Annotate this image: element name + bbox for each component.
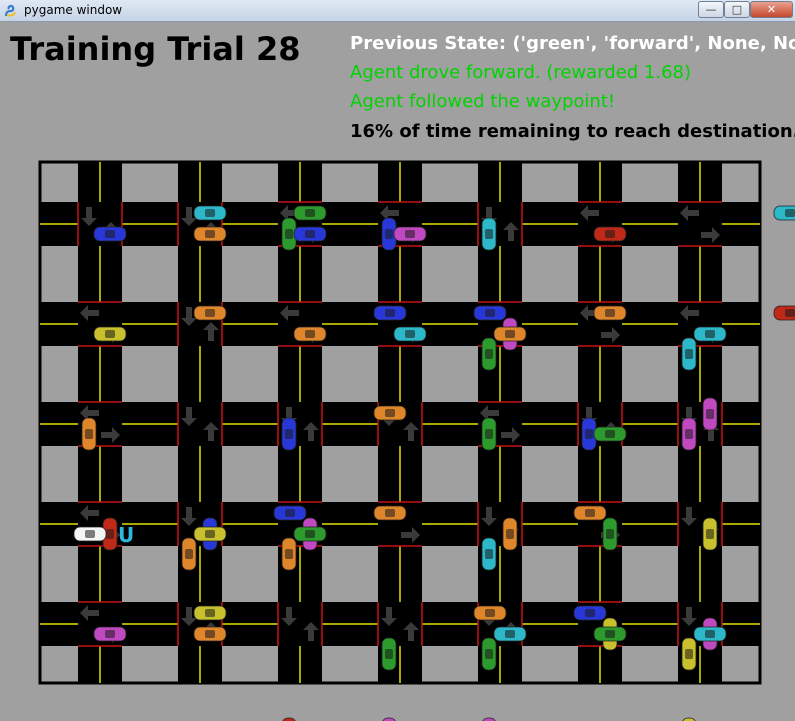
car-cyan [193,205,227,221]
intersection [178,402,222,446]
car-red [593,226,627,242]
car-yellow [93,326,127,342]
car-cyan [773,205,795,221]
intersection [278,602,322,646]
car-blue [473,305,507,321]
car-green [481,637,497,671]
car-orange [281,537,297,571]
car-orange [193,305,227,321]
car-orange [502,517,518,551]
car-green [602,517,618,551]
car-orange [473,605,507,621]
car-green [293,526,327,542]
car-blue [373,305,407,321]
simulation-world: U [38,160,795,721]
car-green [293,205,327,221]
agent-car [73,526,107,542]
car-magenta [681,417,697,451]
car-blue [93,226,127,242]
car-cyan [693,326,727,342]
car-orange [193,226,227,242]
car-blue [293,226,327,242]
car-magenta [702,397,718,431]
car-magenta [93,626,127,642]
car-yellow [193,526,227,542]
car-orange [493,326,527,342]
udacity-logo-icon: U [118,523,134,547]
car-yellow [681,637,697,671]
car-red [773,305,795,321]
car-cyan [493,626,527,642]
car-blue [281,417,297,451]
car-orange [81,417,97,451]
car-orange [593,305,627,321]
car-orange [373,505,407,521]
car-orange [193,626,227,642]
car-yellow [193,605,227,621]
car-yellow [702,517,718,551]
car-orange [181,537,197,571]
car-orange [573,505,607,521]
car-magenta [393,226,427,242]
car-cyan [681,337,697,371]
car-cyan [481,537,497,571]
car-green [593,426,627,442]
car-green [381,637,397,671]
car-green [481,417,497,451]
car-cyan [481,217,497,251]
car-orange [373,405,407,421]
car-cyan [693,626,727,642]
car-orange [293,326,327,342]
car-blue [573,605,607,621]
car-cyan [393,326,427,342]
car-blue [273,505,307,521]
car-green [593,626,627,642]
car-green [481,337,497,371]
